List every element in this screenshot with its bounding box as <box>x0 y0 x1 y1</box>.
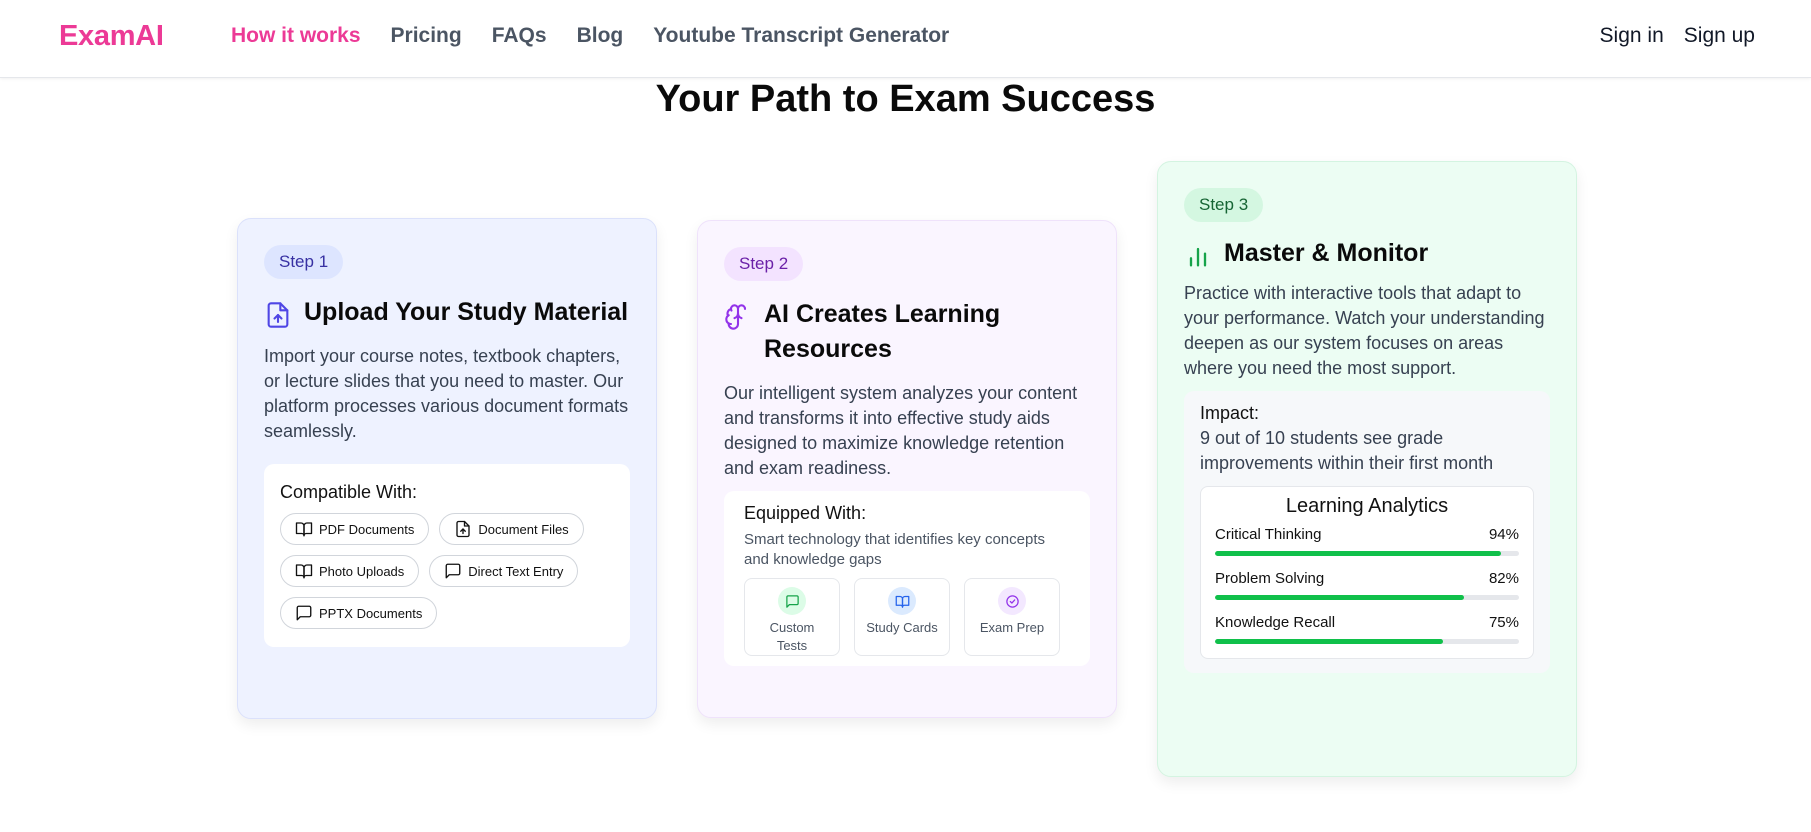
logo[interactable]: ExamAI <box>59 20 164 53</box>
impact-text: 9 out of 10 students see grade improveme… <box>1200 428 1494 473</box>
site-header: ExamAI How it works Pricing FAQs Blog Yo… <box>0 0 1811 78</box>
tool-custom-tests[interactable]: Custom Tests <box>744 578 840 656</box>
compatible-title: Compatible With: <box>280 482 418 502</box>
compatible-formats-box: Compatible With: PDF Documents Document … <box>264 464 630 647</box>
bar-chart-icon <box>1184 242 1212 270</box>
progress-fill <box>1215 551 1501 556</box>
auth-links: Sign in Sign up <box>1600 24 1755 48</box>
step-description: Import your course notes, textbook chapt… <box>264 346 629 441</box>
learning-analytics: Learning Analytics Critical Thinking 94%… <box>1200 486 1534 659</box>
metric-critical-thinking: Critical Thinking 94% <box>1215 526 1519 556</box>
format-chips: PDF Documents Document Files Photo Uploa… <box>280 513 614 629</box>
sign-up-link[interactable]: Sign up <box>1684 24 1755 48</box>
metric-label: Critical Thinking <box>1215 526 1322 543</box>
metric-value: 94% <box>1488 526 1519 543</box>
chip-photo-uploads: Photo Uploads <box>280 555 420 587</box>
impact-box: Impact: 9 out of 10 students see grade i… <box>1184 391 1550 673</box>
tool-list: Custom Tests Study Cards Exam Prep <box>744 578 1070 656</box>
progress-track <box>1215 551 1519 556</box>
analytics-title: Learning Analytics <box>1285 495 1449 517</box>
message-square-icon <box>445 563 461 579</box>
step-card-2: Step 2 AI Creates Learning Resources Our… <box>697 220 1117 718</box>
book-open-icon <box>295 564 313 579</box>
brain-icon <box>724 303 752 331</box>
chip-label: Document Files <box>478 521 569 537</box>
progress-fill <box>1215 639 1443 644</box>
chip-pdf-documents: PDF Documents <box>280 513 430 545</box>
nav-link-how-it-works[interactable]: How it works <box>231 24 361 48</box>
message-square-icon <box>778 587 806 615</box>
chip-pptx-documents: PPTX Documents <box>280 597 438 629</box>
metric-knowledge-recall: Knowledge Recall 75% <box>1215 614 1519 644</box>
tool-study-cards[interactable]: Study Cards <box>854 578 950 656</box>
chip-label: PPTX Documents <box>319 605 423 621</box>
metric-value: 82% <box>1488 570 1519 587</box>
step-card-1: Step 1 Upload Your Study Material Import… <box>237 218 657 719</box>
book-open-icon <box>888 587 916 615</box>
progress-track <box>1215 639 1519 644</box>
nav-link-blog[interactable]: Blog <box>577 24 624 48</box>
file-upload-icon <box>456 520 471 538</box>
page-title: Your Path to Exam Success <box>655 78 1156 120</box>
equipped-description: Smart technology that identifies key con… <box>744 531 1045 568</box>
sign-in-link[interactable]: Sign in <box>1600 24 1664 48</box>
step-badge: Step 3 <box>1184 188 1264 222</box>
metric-label: Knowledge Recall <box>1215 614 1336 631</box>
step-description: Our intelligent system analyzes your con… <box>724 383 1078 478</box>
tool-label: Custom Tests <box>769 620 815 653</box>
step-title: Upload Your Study Material <box>304 298 629 326</box>
nav-link-youtube-transcript-generator[interactable]: Youtube Transcript Generator <box>653 24 949 48</box>
step-badge: Step 1 <box>264 245 344 279</box>
chip-direct-text-entry: Direct Text Entry <box>429 555 579 587</box>
main-nav: How it works Pricing FAQs Blog Youtube T… <box>231 24 949 48</box>
chip-label: Direct Text Entry <box>468 563 564 579</box>
tool-exam-prep[interactable]: Exam Prep <box>964 578 1060 656</box>
tool-label: Study Cards <box>866 620 938 635</box>
check-circle-icon <box>998 587 1026 615</box>
chip-label: Photo Uploads <box>319 563 405 579</box>
step-title: AI Creates Learning Resources <box>764 300 1001 363</box>
equipped-title: Equipped With: <box>744 503 867 523</box>
book-open-icon <box>295 522 313 537</box>
nav-link-pricing[interactable]: Pricing <box>391 24 462 48</box>
nav-link-faqs[interactable]: FAQs <box>492 24 547 48</box>
progress-track <box>1215 595 1519 600</box>
impact-title: Impact: <box>1200 403 1260 423</box>
chip-label: PDF Documents <box>319 521 415 537</box>
equipped-with-box: Equipped With: Smart technology that ide… <box>724 491 1090 666</box>
metric-label: Problem Solving <box>1215 570 1325 587</box>
progress-fill <box>1215 595 1465 600</box>
step-badge: Step 2 <box>724 247 804 281</box>
step-title: Master & Monitor <box>1224 239 1429 267</box>
tool-label: Exam Prep <box>979 620 1045 635</box>
metric-problem-solving: Problem Solving 82% <box>1215 570 1519 600</box>
file-upload-icon <box>264 301 292 329</box>
chip-document-files: Document Files <box>439 513 584 545</box>
step-card-3: Step 3 Master & Monitor Practice with in… <box>1157 161 1577 777</box>
message-square-icon <box>296 605 312 621</box>
metric-value: 75% <box>1488 614 1519 631</box>
step-description: Practice with interactive tools that ada… <box>1184 283 1545 378</box>
